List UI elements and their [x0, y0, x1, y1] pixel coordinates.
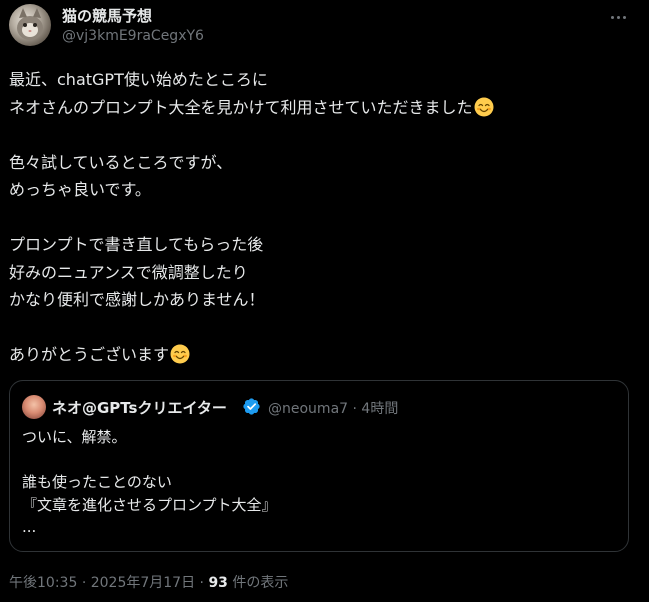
quote-line: 誰も使ったことのない: [22, 473, 172, 491]
tweet-card: 猫の競馬予想 @vj3kmE9raCegxY6 最近、chatGPT使い始めたと…: [0, 0, 649, 602]
smiling-face-icon: [170, 344, 190, 364]
quote-line: 『文章を進化させるプロンプト大全』: [22, 495, 277, 514]
quote-timestamp[interactable]: 4時間: [361, 401, 398, 417]
smiling-face-icon: [474, 97, 494, 116]
tweet-line: 最近、chatGPT使い始めたところに: [9, 70, 268, 89]
quote-line: ついに、解禁。: [22, 428, 127, 446]
cat-avatar-icon: [17, 8, 43, 40]
author-handle[interactable]: @vj3kmE9raCegxY6: [62, 28, 204, 44]
tweet-line-text: ネオさんのプロンプト大全を見かけて利用させていただきました: [9, 97, 473, 117]
more-dots-icon: [616, 15, 620, 19]
footer-separator: ·: [199, 575, 204, 591]
quote-line: ...: [22, 518, 37, 536]
quote-meta: @neouma7 · 4時間: [268, 398, 398, 418]
more-dots-icon: [610, 15, 614, 19]
tweet-line-with-emoji: ありがとうございます: [9, 341, 629, 369]
quote-author-handle[interactable]: @neouma7: [268, 401, 348, 417]
footer-separator: ·: [81, 575, 87, 591]
views-label: 件の表示: [232, 575, 289, 591]
quote-author-avatar[interactable]: [22, 395, 46, 419]
tweet-time[interactable]: 午後10:35: [9, 575, 77, 591]
quote-author-display-name[interactable]: ネオ@GPTsクリエイター: [52, 397, 227, 418]
more-options-button[interactable]: [607, 6, 629, 28]
verified-badge-icon: [243, 398, 260, 415]
meta-separator: ·: [352, 401, 357, 417]
tweet-date[interactable]: 2025年7月17日: [91, 575, 195, 591]
tweet-line-text: ありがとうございます: [9, 345, 170, 364]
tweet-line-with-emoji: ネオさんのプロンプト大全を見かけて利用させていただきました: [9, 94, 629, 122]
quote-text: ついに、解禁。 誰も使ったことのない 『文章を進化させるプロンプト大全』 ...: [22, 426, 277, 539]
tweet-line: めっちゃ良いです。: [9, 180, 151, 199]
more-dots-icon: [622, 15, 626, 19]
views-count[interactable]: 93: [208, 575, 227, 591]
author-display-name[interactable]: 猫の競馬予想: [62, 5, 152, 26]
author-avatar[interactable]: [9, 4, 51, 46]
tweet-line: プロンプトで書き直してもらった後: [9, 235, 264, 254]
quote-tweet[interactable]: ネオ@GPTsクリエイター @neouma7 · 4時間 ついに、解禁。 誰も使…: [9, 380, 629, 552]
tweet-footer: 午後10:35 · 2025年7月17日 · 93 件の表示: [9, 572, 288, 592]
tweet-text: 最近、chatGPT使い始めたところに ネオさんのプロンプト大全を見かけて利用さ…: [9, 66, 629, 369]
tweet-line: 色々試しているところですが、: [9, 152, 233, 172]
tweet-line: かなり便利で感謝しかありません！: [9, 290, 265, 309]
tweet-line: 好みのニュアンスで微調整したり: [9, 262, 248, 282]
